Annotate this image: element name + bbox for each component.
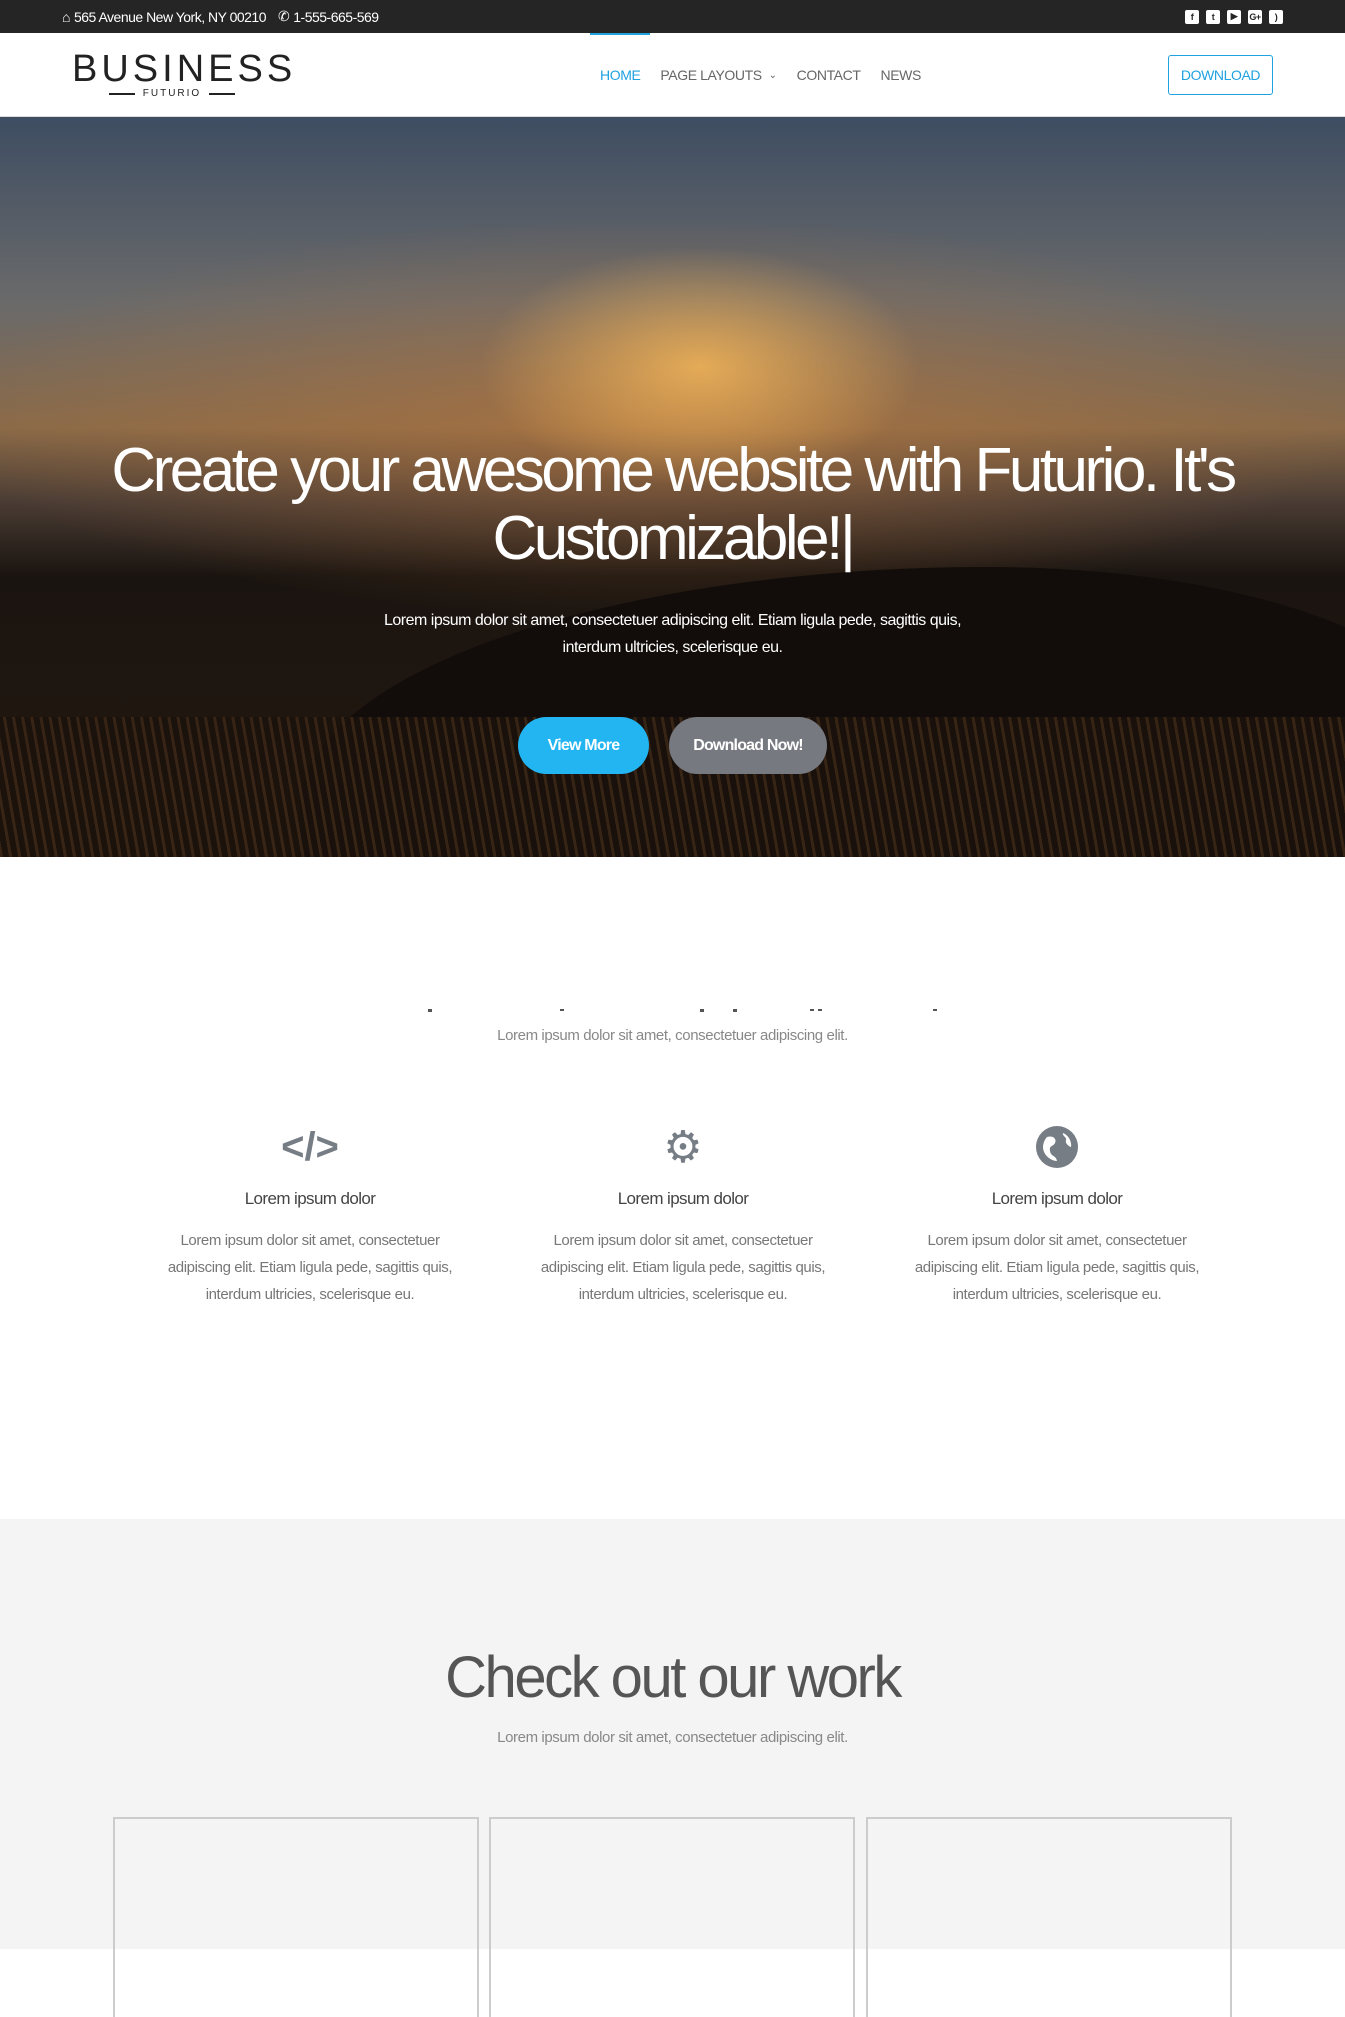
hero-title: Create your awesome website with Futurio…	[111, 436, 1237, 573]
feature-title: Lorem ipsum dolor	[991, 1189, 1123, 1208]
nav-label: NEWS	[880, 67, 921, 83]
nav-news[interactable]: NEWS	[880, 33, 921, 117]
logo[interactable]: BUSINESS FUTURIO	[72, 48, 297, 99]
phone-icon: ✆	[278, 8, 290, 24]
feature-text: Lorem ipsum dolor sit amet, consectetuer…	[167, 1232, 453, 1303]
facebook-icon[interactable]: f	[1185, 9, 1199, 24]
youtube-icon[interactable]: ▶	[1227, 9, 1241, 24]
work-card[interactable]	[489, 1817, 855, 2017]
logo-subtext: FUTURIO	[142, 88, 202, 99]
nav-label: CONTACT	[796, 67, 861, 83]
hero: Create your awesome website with Futurio…	[0, 117, 1345, 857]
address: 565 Avenue New York, NY 00210	[73, 8, 267, 25]
nav-contact[interactable]: CONTACT	[797, 33, 861, 117]
phone: 1-555-665-569	[293, 8, 379, 25]
main-nav: BUSINESS FUTURIO HOME PAGE LAYOUTS ⌄ CON…	[0, 33, 1345, 117]
download-now-button[interactable]: Download Now!	[669, 717, 827, 774]
twitter-icon[interactable]: t	[1206, 9, 1220, 24]
feature-card: Lorem ipsum dolor Lorem ipsum dolor sit …	[907, 1117, 1207, 1308]
chevron-down-icon: ⌄	[768, 69, 777, 81]
work-card[interactable]	[113, 1817, 479, 2017]
home-icon: ⌂	[62, 8, 70, 25]
nav-label: HOME	[600, 67, 641, 83]
features-subtitle: Lorem ipsum dolor sit amet, consectetuer…	[497, 1027, 848, 1044]
features-section: Lorem ipsum dolor sit amet, consectetuer…	[0, 857, 1345, 1519]
clipped-heading	[0, 1009, 1345, 1013]
work-subtitle: Lorem ipsum dolor sit amet, consectetuer…	[497, 1729, 848, 1746]
work-card[interactable]	[866, 1817, 1232, 2017]
work-section: Check out our work Lorem ipsum dolor sit…	[0, 1519, 1345, 2017]
code-icon: </>	[281, 1124, 339, 1169]
feature-title: Lorem ipsum dolor	[617, 1189, 749, 1208]
logo-text: BUSINESS	[72, 48, 297, 90]
nav-page-layouts[interactable]: PAGE LAYOUTS ⌄	[660, 33, 777, 117]
feature-text: Lorem ipsum dolor sit amet, consectetuer…	[540, 1232, 826, 1303]
download-button[interactable]: DOWNLOAD	[1168, 54, 1273, 95]
nav-label: PAGE LAYOUTS	[660, 67, 762, 83]
feature-text: Lorem ipsum dolor sit amet, consectetuer…	[914, 1232, 1200, 1303]
feature-title: Lorem ipsum dolor	[244, 1189, 376, 1208]
gears-icon: ⚙	[663, 1122, 703, 1172]
feature-card: </> Lorem ipsum dolor Lorem ipsum dolor …	[160, 1117, 460, 1308]
nav-home[interactable]: HOME	[589, 33, 651, 117]
globe-icon	[907, 1117, 1207, 1177]
google-plus-icon[interactable]: G+	[1248, 9, 1262, 24]
hero-text: Lorem ipsum dolor sit amet, consectetuer…	[383, 612, 962, 656]
rss-icon[interactable]: )	[1269, 9, 1283, 24]
view-more-button[interactable]: View More	[518, 717, 649, 774]
top-bar: ⌂ 565 Avenue New York, NY 00210 ✆ 1-555-66…	[0, 0, 1345, 33]
work-title: Check out our work	[445, 1645, 902, 1710]
feature-card: ⚙ Lorem ipsum dolor Lorem ipsum dolor si…	[533, 1117, 833, 1308]
